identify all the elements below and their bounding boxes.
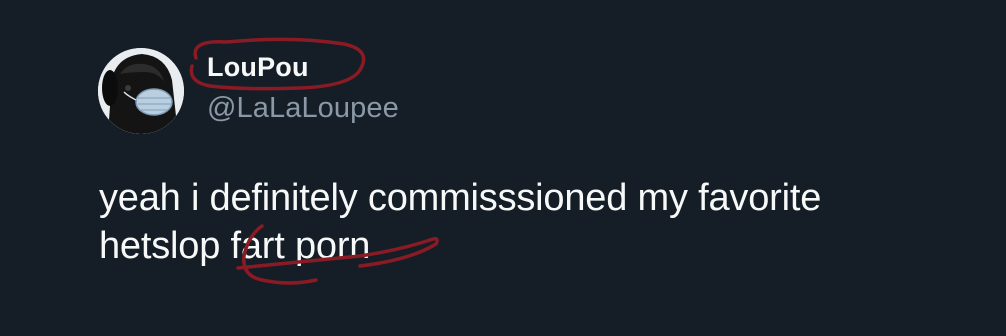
tweet-text-line-1: yeah i definitely commisssioned my favor… (99, 177, 822, 219)
user-handle[interactable]: @LaLaLoupee (207, 91, 399, 126)
tweet-text-line-2: hetslop fart porn (99, 225, 371, 267)
dog-avatar-icon (98, 48, 184, 134)
tweet-card: LouPou @LaLaLoupee yeah i definitely com… (0, 0, 1006, 336)
display-name[interactable]: LouPou (207, 51, 309, 83)
tweet-text: yeah i definitely commisssioned my favor… (99, 174, 979, 270)
avatar[interactable] (98, 48, 184, 134)
